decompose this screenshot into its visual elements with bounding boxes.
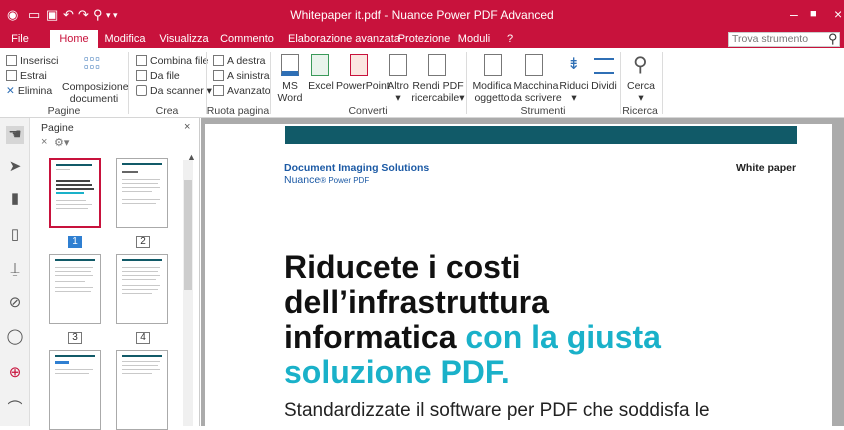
extract-icon — [6, 70, 17, 81]
panel-title: Pagine — [41, 122, 74, 134]
page-number-1[interactable]: 1 — [68, 236, 82, 248]
delete-button[interactable]: ✕ Elimina — [6, 85, 52, 97]
split-button[interactable]: Dividi — [588, 80, 620, 92]
edit-object-icon[interactable] — [484, 54, 502, 76]
edit-object-button[interactable]: Modifica oggetto — [470, 80, 514, 104]
panel-settings-icon[interactable]: ⚙▾ — [54, 136, 69, 149]
security-lock-icon[interactable]: ⊕ — [6, 364, 24, 382]
find-icon[interactable]: ⚲ — [633, 52, 648, 77]
other-format-icon[interactable] — [389, 54, 407, 76]
tab-elaborazione-avanzata[interactable]: Elaborazione avanzata — [282, 30, 406, 48]
extract-button[interactable]: Estrai — [6, 70, 47, 82]
close-icon[interactable]: × — [834, 6, 842, 22]
tab-file[interactable]: File — [6, 30, 34, 48]
group-label-ruota-pagina: Ruota pagina — [206, 105, 270, 117]
search-input[interactable]: Trova strumento — [728, 32, 840, 47]
page-thumbnail-3[interactable] — [49, 254, 101, 324]
typewriter-button[interactable]: Macchina da scrivere — [510, 80, 562, 104]
insert-button[interactable]: Inserisci — [6, 55, 59, 67]
headline: Riducete i costi dell’infrastruttura inf… — [284, 249, 661, 390]
searchable-pdf-button[interactable]: Rendi PDF ricercabile▾ — [410, 80, 466, 104]
rotate-advanced-icon — [213, 85, 224, 96]
rotate-left-icon — [213, 70, 224, 81]
brand-line-1: Document Imaging Solutions — [284, 162, 430, 174]
powerpoint-icon[interactable] — [350, 54, 368, 76]
ribbon-tabs: File Home Modifica Visualizza Commento E… — [0, 30, 844, 48]
group-label-ricerca: Ricerca — [622, 105, 658, 117]
group-label-crea: Crea — [155, 105, 179, 117]
page-number-4[interactable]: 4 — [136, 332, 150, 344]
group-label-converti: Converti — [348, 105, 388, 117]
delete-icon: ✕ — [6, 85, 15, 97]
excel-button[interactable]: Excel — [304, 80, 338, 92]
minimize-icon[interactable]: – — [790, 6, 798, 22]
file-icon — [136, 70, 147, 81]
scanner-icon — [136, 85, 147, 96]
thumbnail-scrollbar[interactable] — [183, 160, 193, 426]
title-bar: ◉ ▭ ▣ ↶ ↷ ⚲ ▾ ▾ Whitepaper it.pdf - Nuan… — [0, 0, 844, 30]
document-assembly-button[interactable]: Composizione documenti — [62, 81, 129, 105]
pages-panel-icon[interactable]: ▯ — [6, 226, 24, 244]
ribbon: Inserisci Estrai ✕ Elimina ▫▫▫ ▫▫▫ Composi… — [0, 48, 844, 118]
page-header-bar — [285, 126, 797, 144]
tab-moduli[interactable]: Moduli — [452, 30, 496, 48]
signature-icon[interactable]: ⌒ — [6, 400, 24, 418]
bookmarks-icon[interactable]: ▮ — [6, 190, 24, 208]
group-label-strumenti: Strumenti — [520, 105, 566, 117]
group-label-pagine: Pagine — [47, 105, 81, 117]
rotate-left-button[interactable]: A sinistra — [213, 70, 270, 82]
panel-delete-icon[interactable]: × — [41, 136, 47, 148]
searchable-pdf-icon[interactable] — [428, 54, 446, 76]
search-icon[interactable]: ⚲ — [828, 31, 838, 47]
page-thumbnail-5[interactable] — [49, 350, 101, 430]
tab-commento[interactable]: Commento — [216, 30, 278, 48]
brand-line-2: Nuance® Power PDF — [284, 174, 370, 186]
page-thumbnail-4[interactable] — [116, 254, 168, 324]
tab-protezione[interactable]: Protezione — [392, 30, 456, 48]
comments-icon[interactable]: ◯ — [6, 328, 24, 346]
left-tool-strip: ☚ ➤ ▮ ▯ ⍊ ⊘ ◯ ⊕ ⌒ — [0, 118, 30, 426]
select-tool-icon[interactable]: ➤ — [6, 158, 24, 176]
page-number-3[interactable]: 3 — [68, 332, 82, 344]
powerpoint-button[interactable]: PowerPoint — [336, 80, 390, 92]
stamp-icon[interactable]: ⍊ — [6, 260, 24, 278]
document-subtitle: Standardizzate il software per PDF che s… — [284, 400, 710, 421]
doc-type-label: White paper — [736, 162, 797, 174]
page-thumbnail-6[interactable] — [116, 350, 168, 430]
insert-icon — [6, 55, 17, 66]
scrollbar-thumb[interactable] — [184, 180, 192, 290]
rotate-advanced-button[interactable]: Avanzato — [213, 85, 271, 97]
combine-files-button[interactable]: Combina file — [136, 55, 208, 67]
group-separator — [662, 52, 663, 114]
tab-help[interactable]: ? — [502, 30, 518, 48]
panel-close-icon[interactable]: × — [184, 121, 190, 133]
from-scanner-button[interactable]: Da scanner ▾ — [136, 85, 212, 97]
reduce-icon[interactable]: ⇟ — [567, 52, 580, 78]
document-assembly-icon[interactable]: ▫▫▫ ▫▫▫ — [84, 52, 104, 73]
from-file-button[interactable]: Da file — [136, 70, 180, 82]
tab-visualizza[interactable]: Visualizza — [155, 30, 213, 48]
typewriter-icon[interactable] — [525, 54, 543, 76]
page-thumbnail-2[interactable] — [116, 158, 168, 228]
tab-home[interactable]: Home — [50, 30, 98, 48]
pages-panel: Pagine × × ⚙▾ ▲ 1 2 3 4 — [30, 118, 200, 430]
reduce-button[interactable]: Riduci ▾ — [558, 80, 590, 104]
word-icon[interactable] — [281, 54, 299, 76]
rotate-right-button[interactable]: A destra — [213, 55, 266, 67]
page-thumbnail-1[interactable] — [49, 158, 101, 228]
excel-icon[interactable] — [311, 54, 329, 76]
window-title: Whitepaper it.pdf - Nuance Power PDF Adv… — [290, 8, 554, 22]
split-icon[interactable] — [594, 58, 614, 74]
tab-modifica[interactable]: Modifica — [100, 30, 150, 48]
find-button[interactable]: Cerca ▾ — [624, 80, 658, 104]
ms-word-button[interactable]: MS Word — [276, 80, 304, 104]
maximize-icon[interactable]: ■ — [810, 8, 817, 20]
hand-tool-icon[interactable]: ☚ — [6, 126, 24, 144]
attachment-icon[interactable]: ⊘ — [6, 294, 24, 312]
page-number-2[interactable]: 2 — [136, 236, 150, 248]
other-format-button[interactable]: Altro ▾ — [384, 80, 412, 104]
combine-icon — [136, 55, 147, 66]
rotate-right-icon — [213, 55, 224, 66]
